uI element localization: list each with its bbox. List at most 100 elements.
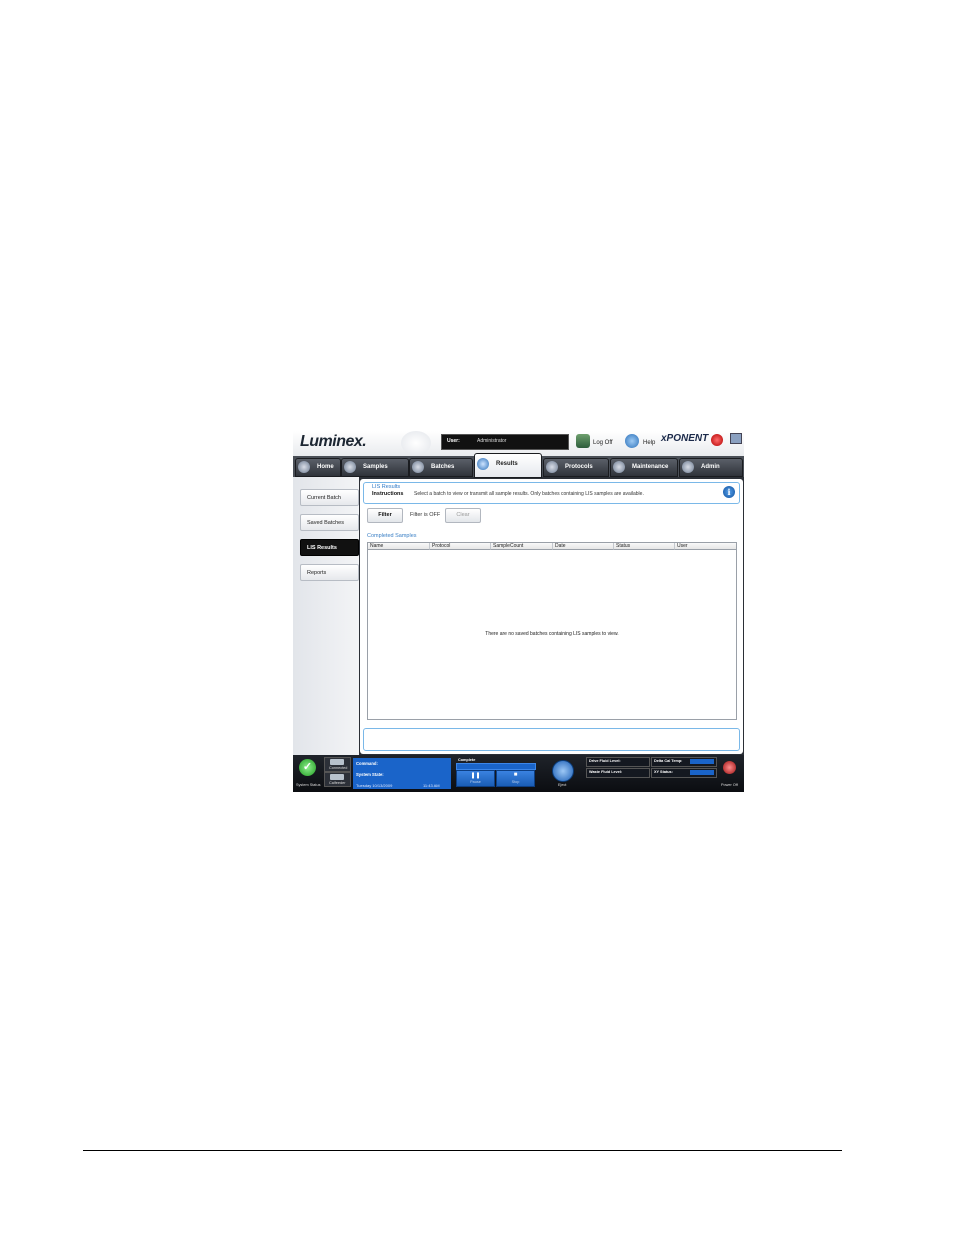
app-window: Luminex. User: Administrator Log Off Hel…: [293, 431, 744, 792]
tab-label: Protocols: [565, 464, 593, 470]
footer-rule: [83, 1150, 842, 1151]
pause-icon: ❚❚: [470, 773, 481, 779]
instructions-text: Select a batch to view or transmit all s…: [414, 491, 644, 497]
clear-button[interactable]: Clear: [445, 508, 481, 523]
column-header-samplecount[interactable]: SampleCount: [491, 543, 553, 550]
xy-status: XY Status:: [651, 768, 717, 778]
tab-results[interactable]: Results: [474, 453, 542, 478]
waste-fluid-label: Waste Fluid Level:: [589, 770, 623, 774]
sidebar-item-reports[interactable]: Reports: [300, 564, 359, 581]
status-bar: ✓ System Status Connected Calfeeder Comm…: [293, 755, 744, 792]
empty-message: There are no saved batches containing LI…: [485, 631, 619, 637]
column-header-date[interactable]: Date: [553, 543, 614, 550]
system-status-label: System Status: [296, 783, 321, 787]
analyzer-icon: [330, 759, 344, 765]
tab-label: Maintenance: [632, 464, 669, 470]
sidebar-item-lis-results[interactable]: LIS Results: [300, 539, 359, 556]
log-off-button[interactable]: Log Off: [593, 440, 613, 446]
home-icon: [298, 461, 310, 473]
log-off-icon[interactable]: [576, 434, 590, 448]
column-header-user[interactable]: User: [675, 543, 736, 550]
tab-label: Home: [317, 464, 334, 470]
main-nav: Home Samples Batches Results Protocols M…: [293, 453, 744, 478]
tab-label: Results: [496, 461, 518, 467]
sidebar-item-saved-batches[interactable]: Saved Batches: [300, 514, 359, 531]
column-header-name[interactable]: Name: [368, 543, 430, 550]
tab-maintenance[interactable]: Maintenance: [610, 458, 678, 477]
instructions-label: Instructions: [372, 491, 404, 497]
progress-panel: Complete ❚❚ Pause ■ Stop: [456, 758, 536, 787]
column-header-status[interactable]: Status: [614, 543, 675, 550]
time-text: 11:43 AM: [423, 783, 440, 788]
samples-icon: [344, 461, 356, 473]
xy-status-label: XY Status:: [654, 770, 673, 774]
eject-button[interactable]: [552, 760, 574, 782]
waste-fluid-level: Waste Fluid Level:: [586, 768, 650, 778]
sidebar-item-label: Reports: [307, 570, 327, 576]
page-title: LIS Results: [372, 484, 401, 490]
checkmark-icon[interactable]: ✓: [299, 759, 316, 776]
delta-cal-temp: Delta Cal Temp:: [651, 757, 717, 767]
tab-label: Admin: [701, 464, 720, 470]
completed-samples-table[interactable]: Name Protocol SampleCount Date Status Us…: [367, 542, 737, 720]
help-button[interactable]: Help: [643, 440, 655, 446]
details-box: [363, 728, 740, 751]
column-header-protocol[interactable]: Protocol: [430, 543, 491, 550]
tab-batches[interactable]: Batches: [409, 458, 473, 477]
user-field: User: Administrator: [441, 434, 569, 450]
eject-label: Eject: [558, 783, 567, 787]
drive-fluid-label: Drive Fluid Level:: [589, 759, 621, 763]
protocols-icon: [546, 461, 558, 473]
stop-label: Stop: [511, 780, 520, 784]
date-text: Tuesday 10/13/2009: [356, 783, 393, 788]
admin-icon: [682, 461, 694, 473]
delta-cal-label: Delta Cal Temp:: [654, 759, 683, 763]
filter-button[interactable]: Filter: [367, 508, 403, 523]
tab-home[interactable]: Home: [295, 458, 341, 477]
tab-admin[interactable]: Admin: [679, 458, 743, 477]
command-panel: Command: System State: Tuesday 10/13/200…: [353, 758, 451, 789]
xponent-logo: xPONENT: [661, 433, 709, 444]
window-restore-icon[interactable]: [730, 433, 742, 444]
sidebar: Current Batch Saved Batches LIS Results …: [293, 477, 359, 755]
user-label: User:: [447, 438, 460, 444]
sidebar-item-label: Current Batch: [307, 495, 341, 501]
progress-bar: [456, 763, 536, 770]
tab-label: Samples: [363, 464, 388, 470]
sidebar-item-current-batch[interactable]: Current Batch: [300, 489, 359, 506]
stop-icon: ■: [513, 772, 518, 778]
instructions-box: LIS Results Instructions Select a batch …: [363, 482, 740, 504]
batches-icon: [412, 461, 424, 473]
calfeeder-icon: [330, 774, 344, 780]
connected-indicator: Connected: [324, 757, 351, 772]
tab-samples[interactable]: Samples: [341, 458, 409, 477]
calfeeder-indicator: Calfeeder: [324, 772, 351, 787]
luminex-logo: Luminex.: [300, 433, 367, 450]
delta-cal-meter: [690, 759, 714, 764]
progress-label: Complete: [458, 758, 476, 762]
tab-label: Batches: [431, 464, 455, 470]
user-value: Administrator: [477, 438, 507, 444]
sidebar-item-label: LIS Results: [307, 545, 337, 551]
brand-badge-icon: [711, 434, 723, 446]
help-icon[interactable]: [625, 434, 639, 448]
tab-protocols[interactable]: Protocols: [543, 458, 609, 477]
pause-button[interactable]: ❚❚ Pause: [456, 770, 495, 787]
stop-button[interactable]: ■ Stop: [496, 770, 535, 787]
maintenance-icon: [613, 461, 625, 473]
command-label: Command:: [356, 761, 378, 766]
sidebar-item-label: Saved Batches: [307, 520, 344, 526]
power-icon[interactable]: [723, 761, 736, 774]
connected-label: Connected: [329, 766, 348, 770]
table-title: Completed Samples: [367, 533, 417, 539]
power-off-label: Power Off: [721, 783, 738, 787]
results-icon: [477, 458, 489, 470]
calfeeder-label: Calfeeder: [329, 781, 346, 785]
system-state-label: System State:: [356, 772, 384, 777]
header-decoration: [401, 431, 431, 455]
pause-label: Pause: [470, 780, 481, 784]
info-icon[interactable]: i: [723, 486, 735, 498]
main-panel: LIS Results Instructions Select a batch …: [360, 479, 743, 754]
xy-status-meter: [690, 770, 714, 775]
drive-fluid-level: Drive Fluid Level:: [586, 757, 650, 767]
